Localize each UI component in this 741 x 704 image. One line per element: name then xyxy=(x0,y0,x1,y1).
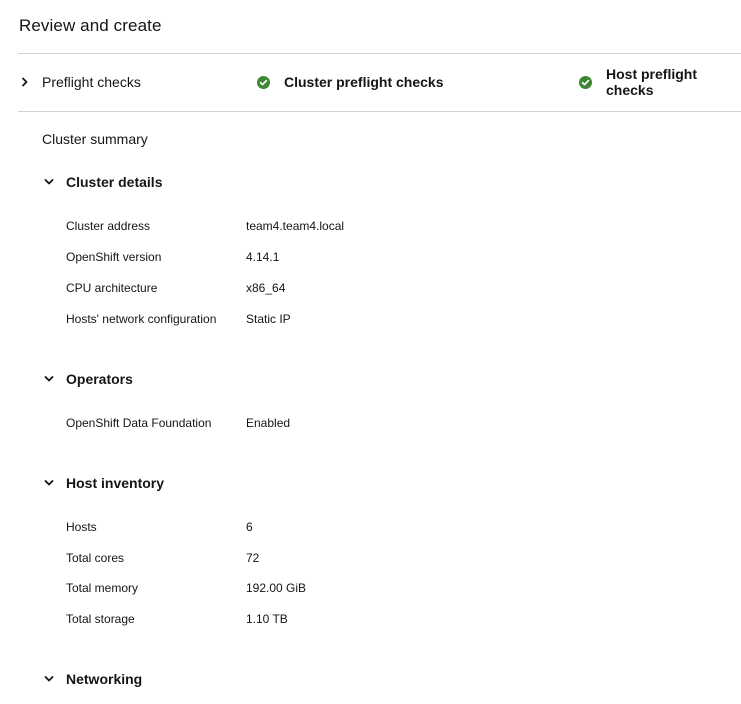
host-preflight-checks-label: Host preflight checks xyxy=(606,66,697,98)
cluster-preflight-checks-label: Cluster preflight checks xyxy=(284,74,444,90)
cluster-details-toggle[interactable]: Cluster details xyxy=(42,172,732,192)
chevron-down-icon xyxy=(42,372,56,386)
preflight-checks-toggle[interactable]: Preflight checks xyxy=(18,68,141,96)
networking-title: Networking xyxy=(66,671,143,687)
detail-value: team4.team4.local xyxy=(246,219,345,233)
detail-value: 1.10 TB xyxy=(246,612,288,626)
operators-title: Operators xyxy=(66,371,133,387)
detail-label: Cluster address xyxy=(66,219,151,233)
cluster-details-title: Cluster details xyxy=(66,174,163,190)
cluster-details-section: Cluster details Cluster address team4.te… xyxy=(42,172,732,342)
detail-label: Total storage xyxy=(66,612,135,626)
page-title: Review and create xyxy=(19,16,162,35)
detail-value: Enabled xyxy=(246,416,291,430)
detail-label: Hosts xyxy=(66,520,97,534)
host-preflight-checks-status: Host preflight checks xyxy=(579,66,741,98)
detail-value: 192.00 GiB xyxy=(246,581,307,595)
detail-label: OpenShift version xyxy=(66,250,162,264)
detail-value: x86_64 xyxy=(246,281,286,295)
chevron-down-icon xyxy=(42,476,56,490)
check-circle-icon xyxy=(579,75,592,89)
review-and-create-page: Review and create Preflight checks Clust… xyxy=(0,0,741,704)
check-circle-icon xyxy=(257,75,270,89)
cluster-summary-title: Cluster summary xyxy=(42,131,148,147)
detail-value: 72 xyxy=(246,551,260,565)
operators-toggle[interactable]: Operators xyxy=(42,369,732,389)
preflight-checks-label: Preflight checks xyxy=(42,74,141,90)
chevron-down-icon xyxy=(42,672,56,686)
networking-toggle[interactable]: Networking xyxy=(42,669,732,689)
detail-label: Hosts' network configuration xyxy=(66,312,217,326)
host-inventory-toggle[interactable]: Host inventory xyxy=(42,473,732,493)
chevron-right-icon xyxy=(18,75,32,89)
detail-value: 6 xyxy=(246,520,253,534)
detail-value: 4.14.1 xyxy=(246,250,280,264)
host-inventory-section: Host inventory Hosts 6 Total cores 72 To… xyxy=(42,473,732,643)
detail-value: Static IP xyxy=(246,312,291,326)
detail-label: Total cores xyxy=(66,551,125,565)
detail-label: Total memory xyxy=(66,581,139,595)
cluster-preflight-checks-status: Cluster preflight checks xyxy=(257,68,444,96)
detail-label: OpenShift Data Foundation xyxy=(66,416,212,430)
host-inventory-title: Host inventory xyxy=(66,475,165,491)
operators-section: Operators OpenShift Data Foundation Enab… xyxy=(42,369,732,439)
chevron-down-icon xyxy=(42,175,56,189)
detail-label: CPU architecture xyxy=(66,281,158,295)
preflight-divider xyxy=(18,111,741,112)
networking-section: Networking xyxy=(42,669,732,691)
preflight-checks-row: Preflight checks Cluster preflight check… xyxy=(18,54,741,111)
